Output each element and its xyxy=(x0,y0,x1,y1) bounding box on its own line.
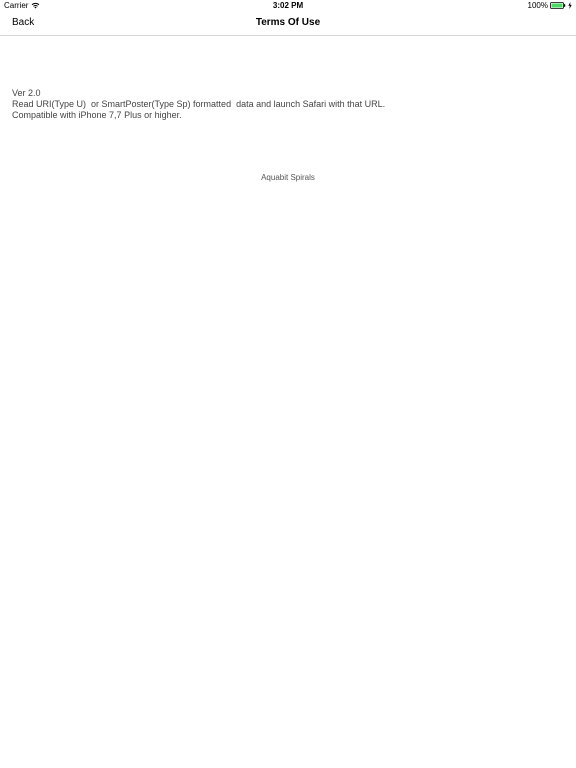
status-right: 100% xyxy=(528,1,572,10)
developer-credit: Aquabit Spirals xyxy=(261,173,315,182)
battery-icon xyxy=(550,2,566,9)
description-line: Read URI(Type U) or SmartPoster(Type Sp)… xyxy=(12,99,386,109)
battery-percent: 100% xyxy=(527,1,548,10)
terms-text: Ver 2.0 Read URI(Type U) or SmartPoster(… xyxy=(12,88,385,121)
status-bar: Carrier 3:02 PM 100% xyxy=(0,0,576,12)
charging-icon xyxy=(568,2,572,9)
compatibility-line: Compatible with iPhone 7,7 Plus or highe… xyxy=(12,110,182,120)
version-line: Ver 2.0 xyxy=(12,88,41,98)
navigation-bar: Back Terms Of Use xyxy=(0,12,576,36)
status-time: 3:02 PM xyxy=(272,1,304,10)
page-title: Terms Of Use xyxy=(255,17,321,28)
